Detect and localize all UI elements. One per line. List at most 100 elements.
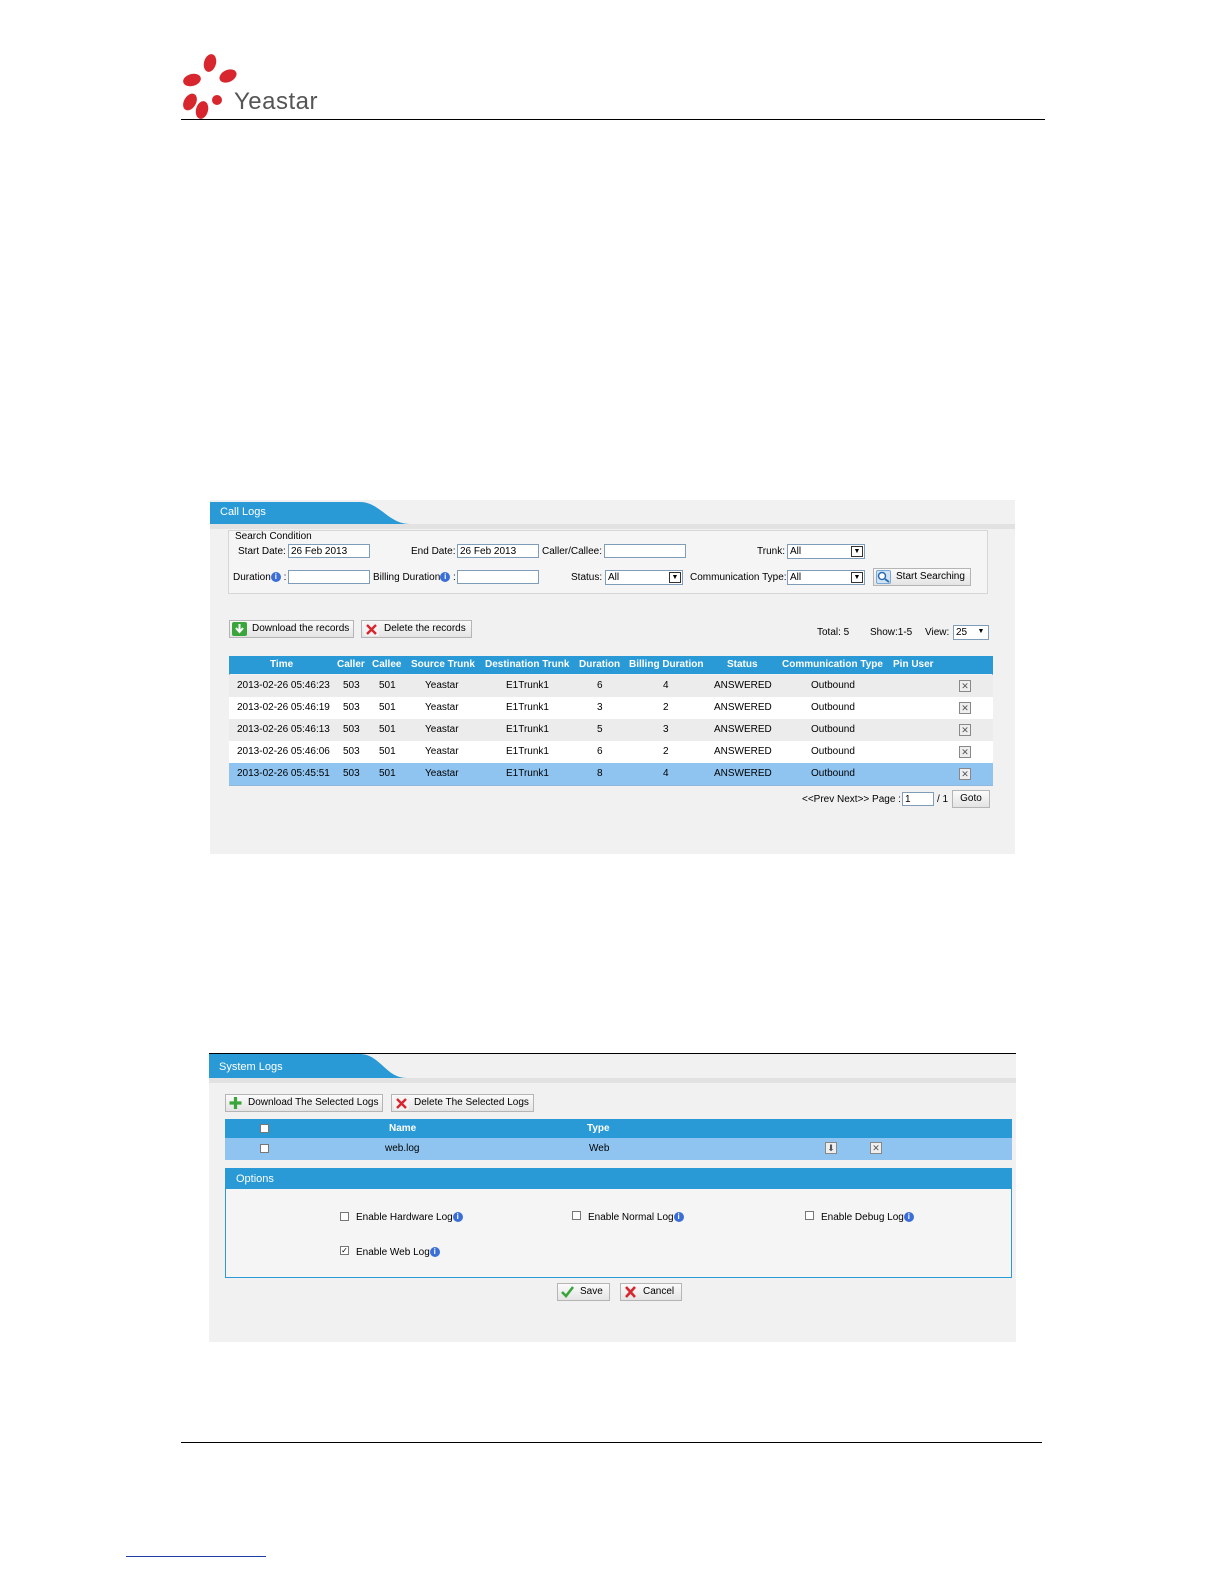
comm-type-value: All bbox=[790, 572, 802, 583]
cell-type: Web bbox=[589, 1143, 610, 1154]
footer-rule bbox=[181, 1442, 1042, 1443]
table-row[interactable]: web.log Web ⬇ ✕ bbox=[225, 1138, 1012, 1160]
table-row[interactable]: 2013-02-26 05:46:23 503 501 Yeastar E1Tr… bbox=[229, 675, 993, 697]
delete-records-button[interactable]: Delete the records bbox=[361, 620, 472, 638]
cell-caller: 503 bbox=[343, 768, 360, 779]
info-icon[interactable]: i bbox=[270, 572, 281, 582]
system-logs-tab[interactable]: System Logs bbox=[209, 1054, 409, 1078]
status-select[interactable]: All ▼ bbox=[605, 570, 683, 585]
cell-duration: 6 bbox=[597, 680, 603, 691]
web-log-label: Enable Web Log i bbox=[356, 1247, 440, 1258]
cell-communication-type: Outbound bbox=[811, 768, 855, 779]
table-row[interactable]: 2013-02-26 05:46:06 503 501 Yeastar E1Tr… bbox=[229, 741, 993, 763]
download-icon[interactable]: ⬇ bbox=[825, 1142, 837, 1154]
end-date-input[interactable]: 26 Feb 2013 bbox=[457, 544, 539, 558]
billing-duration-input[interactable] bbox=[457, 570, 539, 584]
col-status[interactable]: Status bbox=[727, 659, 758, 670]
add-icon bbox=[228, 1096, 243, 1110]
row-checkbox[interactable] bbox=[260, 1144, 269, 1153]
cancel-icon bbox=[623, 1285, 638, 1299]
call-logs-table-header: Time Caller Callee Source Trunk Destinat… bbox=[229, 656, 993, 674]
chevron-down-icon: ▼ bbox=[851, 546, 863, 557]
hardware-log-checkbox[interactable] bbox=[340, 1212, 349, 1221]
search-condition: Search Condition Start Date: 26 Feb 2013… bbox=[228, 530, 988, 594]
cancel-button[interactable]: Cancel bbox=[620, 1283, 682, 1301]
info-icon[interactable]: i bbox=[452, 1212, 463, 1222]
comm-type-select[interactable]: All ▼ bbox=[787, 570, 865, 585]
remove-icon[interactable]: ✕ bbox=[959, 680, 971, 692]
table-row-selected[interactable]: 2013-02-26 05:45:51 503 501 Yeastar E1Tr… bbox=[229, 763, 993, 785]
system-logs-panel: System Logs Download The Selected Logs D… bbox=[209, 1054, 1016, 1342]
download-icon bbox=[232, 622, 247, 636]
delete-selected-logs-button[interactable]: Delete The Selected Logs bbox=[391, 1094, 534, 1112]
cell-billing-duration: 4 bbox=[663, 768, 669, 779]
options-title: Options bbox=[236, 1173, 274, 1185]
cell-destination-trunk: E1Trunk1 bbox=[506, 680, 549, 691]
search-icon bbox=[876, 570, 891, 584]
select-all-checkbox[interactable] bbox=[260, 1124, 269, 1133]
remove-icon[interactable]: ✕ bbox=[959, 724, 971, 736]
table-row[interactable]: 2013-02-26 05:46:13 503 501 Yeastar E1Tr… bbox=[229, 719, 993, 741]
cell-time: 2013-02-26 05:46:19 bbox=[237, 702, 330, 713]
col-callee[interactable]: Callee bbox=[372, 659, 401, 670]
web-log-checkbox[interactable]: ✓ bbox=[340, 1246, 349, 1255]
info-icon[interactable]: i bbox=[673, 1212, 684, 1222]
cell-destination-trunk: E1Trunk1 bbox=[506, 724, 549, 735]
info-icon[interactable]: i bbox=[440, 572, 451, 582]
cell-communication-type: Outbound bbox=[811, 724, 855, 735]
page-total: / 1 bbox=[937, 794, 949, 805]
start-date-input[interactable]: 26 Feb 2013 bbox=[288, 544, 370, 558]
cell-status: ANSWERED bbox=[714, 724, 772, 735]
debug-log-checkbox[interactable] bbox=[805, 1211, 814, 1220]
cell-communication-type: Outbound bbox=[811, 680, 855, 691]
download-records-button[interactable]: Download the records bbox=[229, 620, 354, 638]
col-name[interactable]: Name bbox=[389, 1123, 416, 1134]
col-caller[interactable]: Caller bbox=[337, 659, 365, 670]
remove-icon[interactable]: ✕ bbox=[870, 1142, 882, 1154]
cell-source-trunk: Yeastar bbox=[425, 702, 459, 713]
remove-icon[interactable]: ✕ bbox=[959, 702, 971, 714]
goto-button[interactable]: Goto bbox=[952, 790, 990, 808]
comm-type-label: Communication Type: bbox=[690, 572, 787, 583]
panel-strip bbox=[209, 1078, 1016, 1083]
prev-next-links[interactable]: <<Prev Next>> Page : bbox=[802, 794, 901, 805]
col-source-trunk[interactable]: Source Trunk bbox=[411, 659, 475, 670]
cell-caller: 503 bbox=[343, 702, 360, 713]
cell-callee: 501 bbox=[379, 680, 396, 691]
table-row[interactable]: 2013-02-26 05:46:19 503 501 Yeastar E1Tr… bbox=[229, 697, 993, 719]
cell-communication-type: Outbound bbox=[811, 746, 855, 757]
cell-duration: 8 bbox=[597, 768, 603, 779]
info-icon[interactable]: i bbox=[903, 1212, 914, 1222]
caller-callee-input[interactable] bbox=[604, 544, 686, 558]
col-destination-trunk[interactable]: Destination Trunk bbox=[485, 659, 569, 670]
cell-billing-duration: 4 bbox=[663, 680, 669, 691]
system-logs-table-header: Name Type bbox=[225, 1119, 1012, 1138]
col-pin-user[interactable]: Pin User bbox=[893, 659, 934, 670]
cell-time: 2013-02-26 05:46:23 bbox=[237, 680, 330, 691]
normal-log-checkbox[interactable] bbox=[572, 1211, 581, 1220]
footer-link-underline[interactable] bbox=[126, 1556, 266, 1557]
cell-callee: 501 bbox=[379, 768, 396, 779]
page-input[interactable]: 1 bbox=[902, 792, 934, 806]
download-selected-logs-button[interactable]: Download The Selected Logs bbox=[225, 1094, 383, 1112]
start-searching-button[interactable]: Start Searching bbox=[873, 568, 971, 586]
view-select[interactable]: 25 ▼ bbox=[953, 625, 989, 640]
col-time[interactable]: Time bbox=[270, 659, 293, 670]
info-icon[interactable]: i bbox=[429, 1247, 440, 1257]
col-communication-type[interactable]: Communication Type bbox=[782, 659, 883, 670]
start-date-label: Start Date: bbox=[238, 546, 286, 557]
duration-input[interactable] bbox=[288, 570, 370, 584]
remove-icon[interactable]: ✕ bbox=[959, 768, 971, 780]
cell-status: ANSWERED bbox=[714, 680, 772, 691]
cell-duration: 3 bbox=[597, 702, 603, 713]
col-billing-duration[interactable]: Billing Duration bbox=[629, 659, 703, 670]
brand-name: Yeastar bbox=[234, 88, 319, 115]
trunk-select[interactable]: All ▼ bbox=[787, 544, 865, 559]
trunk-value: All bbox=[790, 546, 802, 557]
col-type[interactable]: Type bbox=[587, 1123, 610, 1134]
save-button[interactable]: Save bbox=[557, 1283, 610, 1301]
call-logs-tab[interactable]: Call Logs bbox=[210, 500, 410, 524]
cell-status: ANSWERED bbox=[714, 702, 772, 713]
remove-icon[interactable]: ✕ bbox=[959, 746, 971, 758]
col-duration[interactable]: Duration bbox=[579, 659, 620, 670]
